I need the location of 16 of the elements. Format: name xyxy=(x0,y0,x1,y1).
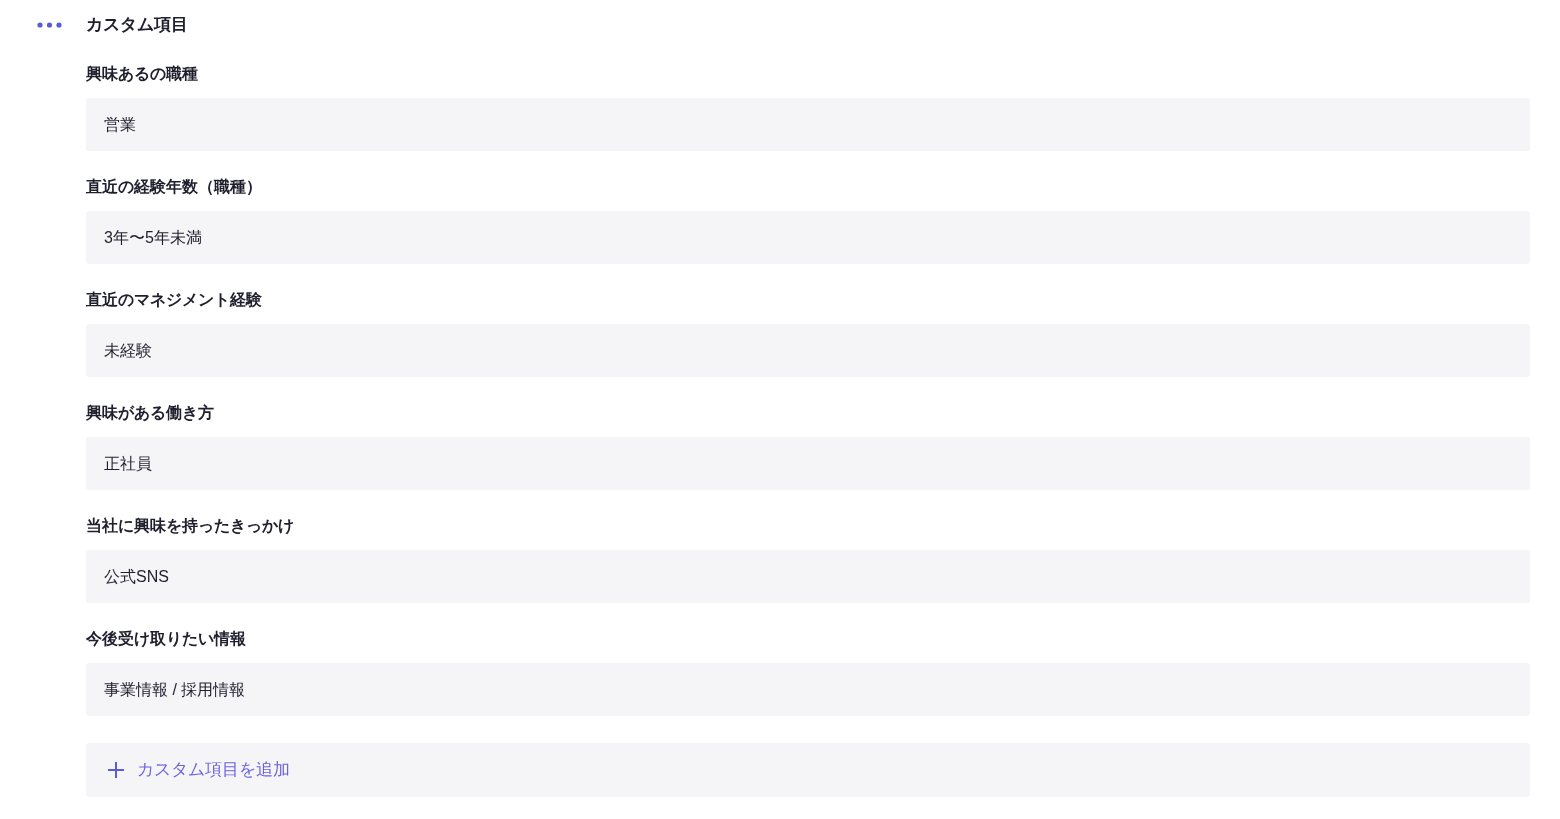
more-icon[interactable] xyxy=(37,22,62,28)
field-label: 興味あるの職種 xyxy=(86,64,198,84)
value-field[interactable]: 公式SNS xyxy=(86,550,1530,603)
value-field[interactable]: 事業情報 / 採用情報 xyxy=(86,663,1530,716)
field-label: 直近の経験年数（職種） xyxy=(86,177,262,197)
field-label: 今後受け取りたい情報 xyxy=(86,629,246,649)
value-field[interactable]: 3年〜5年未満 xyxy=(86,211,1530,264)
field-label: 興味がある働き方 xyxy=(86,403,214,423)
value-field[interactable]: 正社員 xyxy=(86,437,1530,490)
value-field[interactable]: 未経験 xyxy=(86,324,1530,377)
section-title: カスタム項目 xyxy=(86,14,188,36)
value-field[interactable]: 営業 xyxy=(86,98,1530,151)
add-custom-field-button[interactable]: カスタム項目を追加 xyxy=(86,743,1530,797)
field-label: 当社に興味を持ったきっかけ xyxy=(86,516,294,536)
plus-icon xyxy=(107,761,125,779)
field-label: 直近のマネジメント経験 xyxy=(86,290,262,310)
